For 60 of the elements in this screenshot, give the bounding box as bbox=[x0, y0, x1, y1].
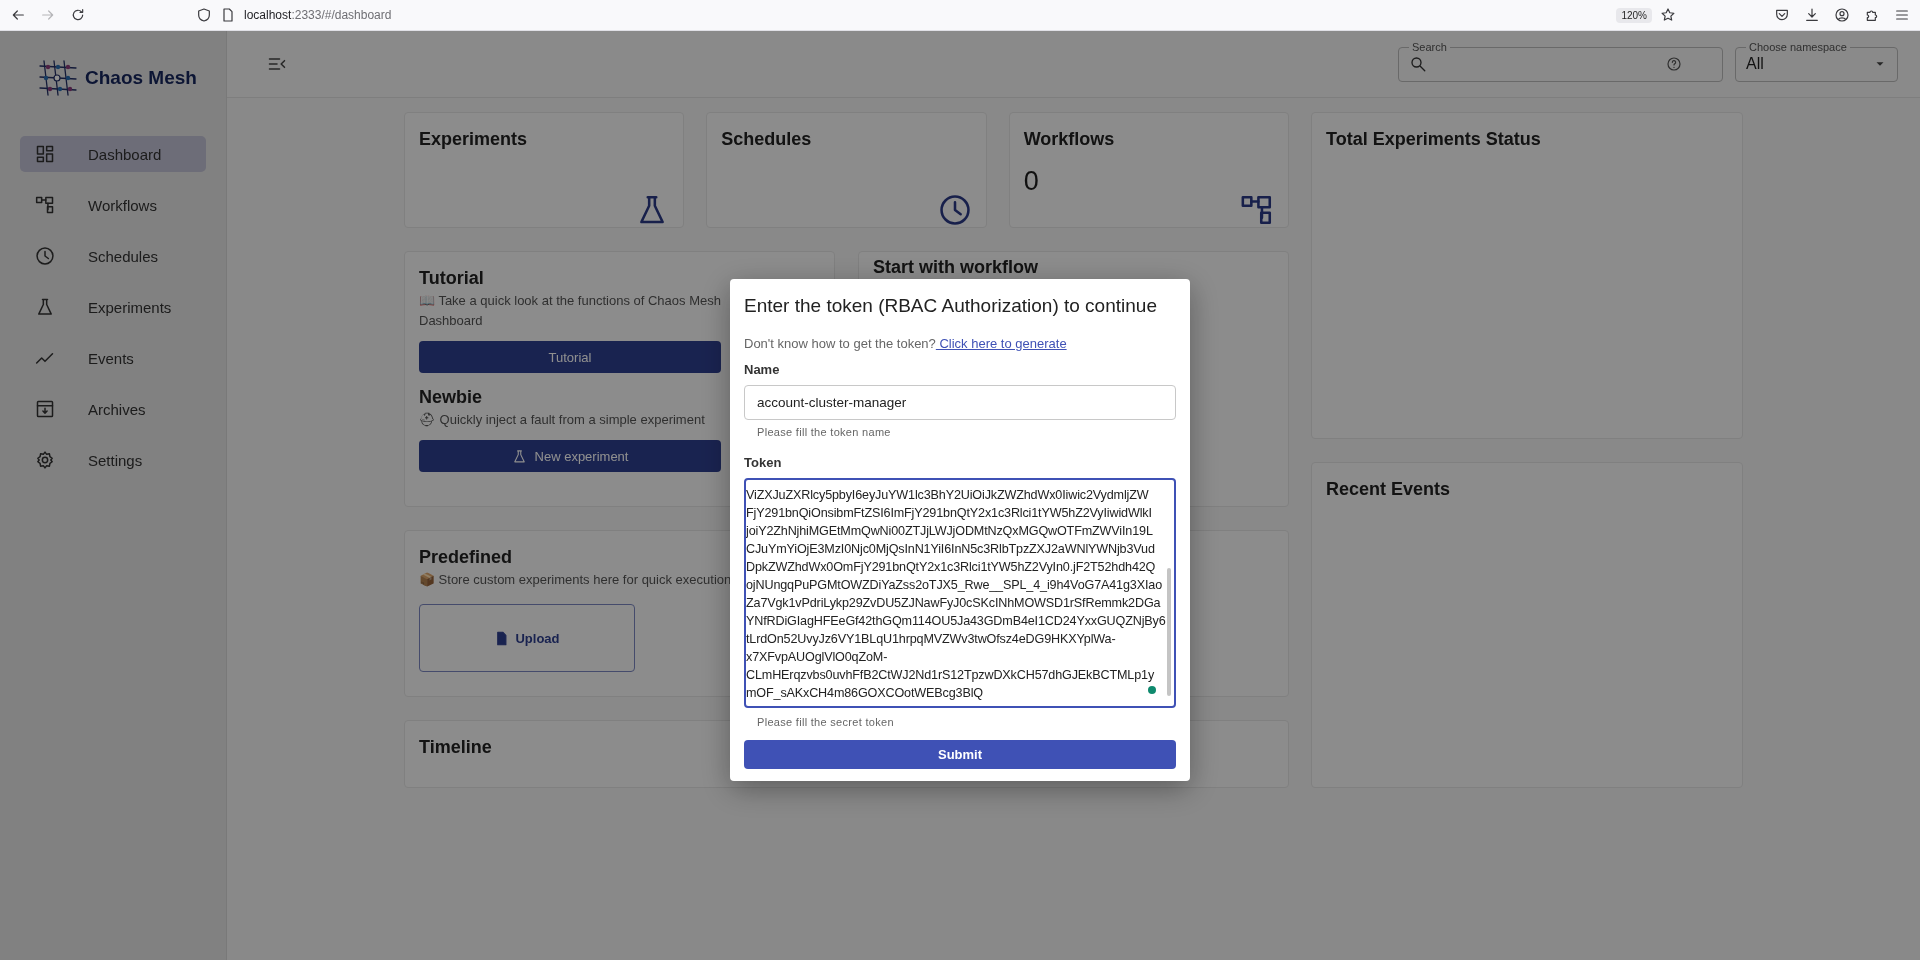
card-title: Recent Events bbox=[1326, 479, 1451, 500]
account-icon[interactable] bbox=[1834, 7, 1850, 23]
card-title: Newbie bbox=[419, 387, 483, 408]
url-text[interactable]: localhost:2333/#/dashboard bbox=[244, 8, 392, 22]
star-icon[interactable] bbox=[1660, 7, 1676, 23]
token-field[interactable]: ViZXJuZXRlcy5pbyI6eyJuYW1lc3BhY2UiOiJkZWZhdWx0Iiwic2VydmljZW FjY291bnQiOnsibmFtZSI6ImFjY291bnQtY2x1c3Rlci1tYW5hZ2VyIiwidWlkI joiY2ZhNjhiMGEtMmQwNi00ZTJjLWJjODMtNzQxMGQwOTFmZWViIn19L CJuYmYiOjE3MzI0Njc0MjQsInN1YiI6InN5c3RlbTpzZXJ2aWNlYWNjb3Vud DpkZWZhdWx0OmFjY291bnQtY2x1c3Rlci1tYW5hZ2VyIn0.jF2T52hdh42Q ojNUngqPuPGMtOWZDiYaZss2oTJX5_Rwe__SPL_4_i9h4VoG7A41g3XIao Za7Vgk1vPdriLykp29ZvDU5ZJNawFyJ0cSKcINhMOWSD1rSfRemmk2DGa YNfRDiGIagHFEeGf42thGQm114OU5Ja43GDmB4eI1CD24YxxGUQZNjBy6 tLrdOn52UvyJz6VY1BLqU1hrpqMVZWv3twOfsz4eDG9HKXYplWa- x7XFvpAUOglVlO0qZoM- CLmHErqzvbs0uvhFfB2CtWJ2Nd1rS12TpzwDXkCH57dhGJEkBCTMLp1y mOF_sAKxCH4m86GOXCOotWEBcg3BlQ bbox=[744, 478, 1176, 708]
pocket-icon[interactable] bbox=[1774, 7, 1790, 23]
flask-icon bbox=[35, 297, 55, 317]
upload-button[interactable]: Upload bbox=[419, 604, 635, 672]
card-description: 📦 Store custom experiments here for quick execution bbox=[419, 571, 732, 589]
field-label: Name bbox=[744, 362, 781, 377]
hint-text: Don't know how to get the token? Click here to generate bbox=[744, 336, 1068, 351]
card-title: Experiments bbox=[419, 129, 528, 150]
settings-icon bbox=[35, 450, 55, 470]
nav-item[interactable]: Events bbox=[20, 340, 206, 376]
card-title: Predefined bbox=[419, 547, 513, 568]
tutorial-button[interactable]: Tutorial bbox=[419, 341, 721, 373]
search-icon bbox=[1409, 55, 1427, 73]
card-title: Timeline bbox=[419, 737, 492, 758]
flask-icon bbox=[511, 448, 527, 464]
card-title: Total Experiments Status bbox=[1326, 129, 1541, 150]
generate-link[interactable]: Click here to generate bbox=[935, 336, 1067, 351]
clock-icon bbox=[35, 246, 55, 266]
menu-icon[interactable] bbox=[1894, 7, 1910, 23]
card-description: ⛑ Quickly inject a fault from a simple experiment bbox=[419, 411, 705, 429]
logo-text: Chaos Mesh bbox=[85, 67, 197, 89]
file-icon bbox=[494, 630, 510, 646]
card-title: Schedules bbox=[721, 129, 812, 150]
workflow-icon bbox=[1240, 193, 1274, 227]
help-icon[interactable] bbox=[1666, 56, 1682, 72]
card-title: Workflows bbox=[1023, 129, 1115, 150]
puzzle-icon[interactable] bbox=[1864, 7, 1880, 23]
status-dot-icon bbox=[1148, 686, 1156, 694]
helper-text: Please fill the token name bbox=[757, 426, 892, 438]
shield-icon[interactable] bbox=[196, 7, 212, 23]
nav-item[interactable]: Workflows bbox=[20, 187, 206, 223]
card-description: 📖 Take a quick look at the functions of Chaos Mesh Dashboard bbox=[419, 292, 722, 330]
nav-item[interactable]: Dashboard bbox=[20, 136, 206, 172]
reload-icon[interactable] bbox=[70, 7, 86, 23]
dashboard-icon bbox=[35, 144, 55, 164]
stat-value: 0 bbox=[1023, 166, 1040, 197]
workflow-icon bbox=[35, 195, 55, 215]
clock-icon bbox=[937, 193, 972, 227]
card-title: Tutorial bbox=[419, 268, 484, 289]
nav-item[interactable]: Schedules bbox=[20, 238, 206, 274]
name-field[interactable]: account-cluster-manager bbox=[744, 385, 1176, 420]
back-icon[interactable] bbox=[10, 7, 26, 23]
submit-button[interactable]: Submit bbox=[744, 740, 1176, 769]
dialog-title: Enter the token (RBAC Authorization) to continue bbox=[744, 295, 1158, 317]
archive-box-icon bbox=[35, 399, 55, 419]
page-icon[interactable] bbox=[220, 7, 236, 23]
nav-item[interactable]: Settings bbox=[20, 442, 206, 478]
download-icon[interactable] bbox=[1804, 7, 1820, 23]
helper-text: Please fill the secret token bbox=[757, 716, 895, 728]
new-experiment-button[interactable]: New experiment bbox=[419, 440, 721, 472]
field-label: Token bbox=[744, 455, 783, 470]
zoom-badge[interactable]: 120% bbox=[1616, 7, 1652, 23]
card-title: Start with workflow bbox=[873, 257, 1038, 278]
nav-item[interactable]: Experiments bbox=[20, 289, 206, 325]
nav-item[interactable]: Archives bbox=[20, 391, 206, 427]
